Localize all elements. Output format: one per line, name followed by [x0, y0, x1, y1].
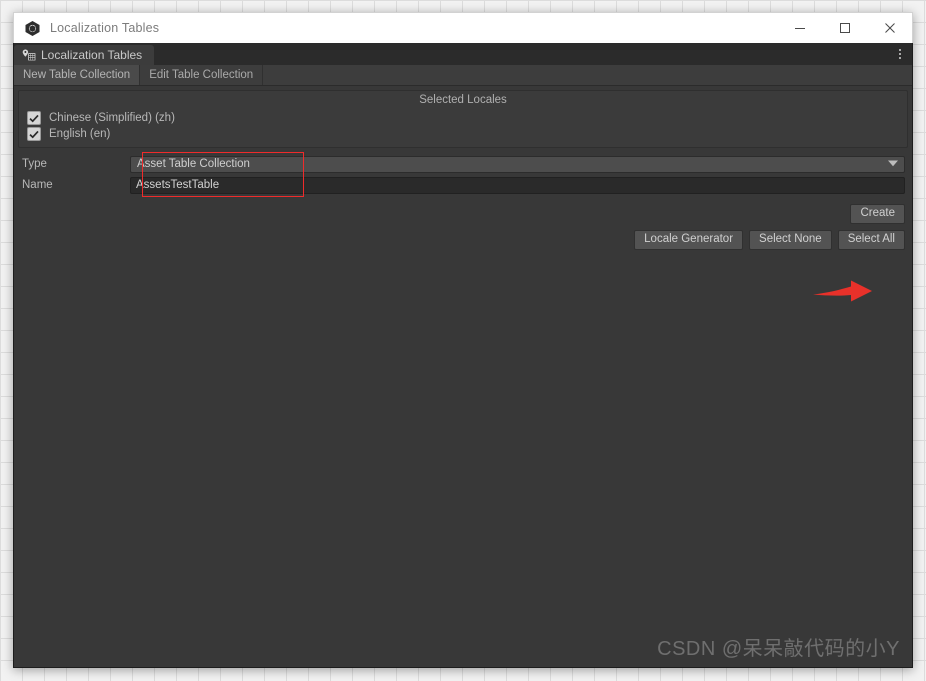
csdn-watermark: CSDN @呆呆敲代码的小Y [657, 638, 900, 660]
chevron-down-icon [888, 158, 898, 170]
table-collection-form: Type Asset Table Collection Name AssetsT… [14, 152, 912, 197]
name-input-value: AssetsTestTable [136, 179, 220, 191]
subtab-new-table-collection[interactable]: New Table Collection [14, 65, 141, 85]
tab-label: Localization Tables [41, 48, 143, 62]
locale-label: English (en) [49, 128, 111, 140]
subtab-label: Edit Table Collection [149, 69, 254, 81]
window-controls [777, 13, 912, 43]
subtab-edit-table-collection[interactable]: Edit Table Collection [140, 65, 264, 85]
subtab-filler [263, 65, 912, 85]
form-row-type: Type Asset Table Collection [14, 154, 912, 174]
bottom-button-row: Locale Generator Select None Select All [14, 230, 912, 250]
window-titlebar: Localization Tables [13, 12, 913, 43]
locale-generator-button[interactable]: Locale Generator [634, 230, 744, 250]
locale-table-icon [22, 49, 36, 62]
window-title: Localization Tables [50, 21, 160, 35]
subtab-label: New Table Collection [23, 69, 131, 81]
close-button[interactable] [867, 13, 912, 43]
locale-label: Chinese (Simplified) (zh) [49, 112, 175, 124]
locale-item-english[interactable]: English (en) [19, 126, 907, 147]
red-arrow-annotation [811, 280, 873, 302]
panel-content: Selected Locales Chinese (Simplified) (z… [14, 86, 912, 667]
select-none-button[interactable]: Select None [749, 230, 832, 250]
type-dropdown[interactable]: Asset Table Collection [130, 155, 905, 173]
selected-locales-header: Selected Locales [419, 94, 507, 106]
kebab-menu-icon[interactable] [888, 43, 912, 65]
name-input[interactable]: AssetsTestTable [130, 176, 905, 194]
name-label: Name [22, 179, 53, 191]
tab-localization-tables[interactable]: Localization Tables [14, 45, 155, 65]
create-button-row: Create [14, 204, 912, 224]
checkbox-checked-icon[interactable] [27, 127, 41, 141]
localization-tables-window: Localization Tables Localization Tables … [13, 12, 913, 668]
selected-locales-box: Selected Locales Chinese (Simplified) (z… [18, 90, 908, 148]
unity-editor-body: Localization Tables New Table Collection… [13, 43, 913, 668]
minimize-button[interactable] [777, 13, 822, 43]
type-dropdown-value: Asset Table Collection [137, 158, 250, 170]
form-row-name: Name AssetsTestTable [14, 175, 912, 195]
locale-item-chinese[interactable]: Chinese (Simplified) (zh) [19, 110, 907, 126]
create-button[interactable]: Create [850, 204, 905, 224]
unity-cube-icon [24, 20, 41, 37]
tabstrip-spacer [154, 43, 888, 65]
select-all-button[interactable]: Select All [837, 230, 905, 250]
subtab-bar: New Table Collection Edit Table Collecti… [14, 65, 912, 86]
checkbox-checked-icon[interactable] [27, 111, 41, 125]
maximize-button[interactable] [822, 13, 867, 43]
type-label: Type [22, 158, 47, 170]
editor-tabstrip: Localization Tables [14, 43, 912, 65]
